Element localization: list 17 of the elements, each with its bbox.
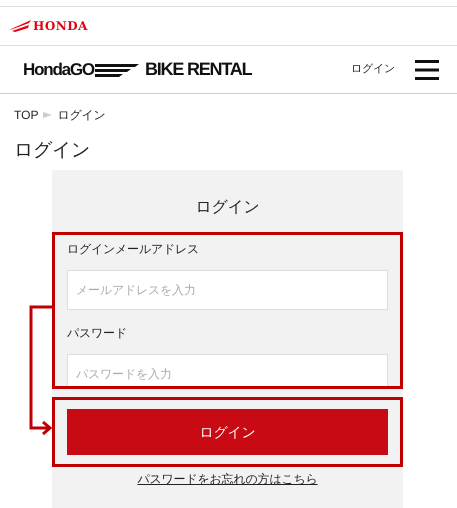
field-label: ログインメールアドレス bbox=[67, 241, 200, 258]
field-label: パスワード bbox=[67, 325, 128, 342]
input-field[interactable]: パスワードを入力 bbox=[67, 354, 388, 386]
card-title: ログイン bbox=[196, 198, 260, 218]
wing-icon bbox=[9, 20, 31, 32]
forgot-password-link[interactable]: パスワードをお忘れの方はこちら bbox=[138, 470, 318, 488]
site-logo-subtitle: BIKE RENTAL bbox=[144, 58, 252, 81]
menu-icon[interactable] bbox=[415, 60, 439, 80]
breadcrumb-link[interactable]: TOP bbox=[14, 106, 38, 124]
current-page-label: ログイン bbox=[57, 107, 106, 124]
login-link[interactable]: ログイン bbox=[351, 61, 395, 78]
brand-logo[interactable]: HONDA bbox=[33, 17, 88, 35]
input-field[interactable]: メールアドレスを入力 bbox=[67, 270, 388, 310]
page-title: ログイン bbox=[13, 139, 91, 163]
breadcrumb-separator-icon bbox=[43, 112, 52, 118]
login-button[interactable]: ログイン bbox=[67, 409, 388, 455]
site-logo[interactable]: HondaGO bbox=[23, 56, 94, 82]
